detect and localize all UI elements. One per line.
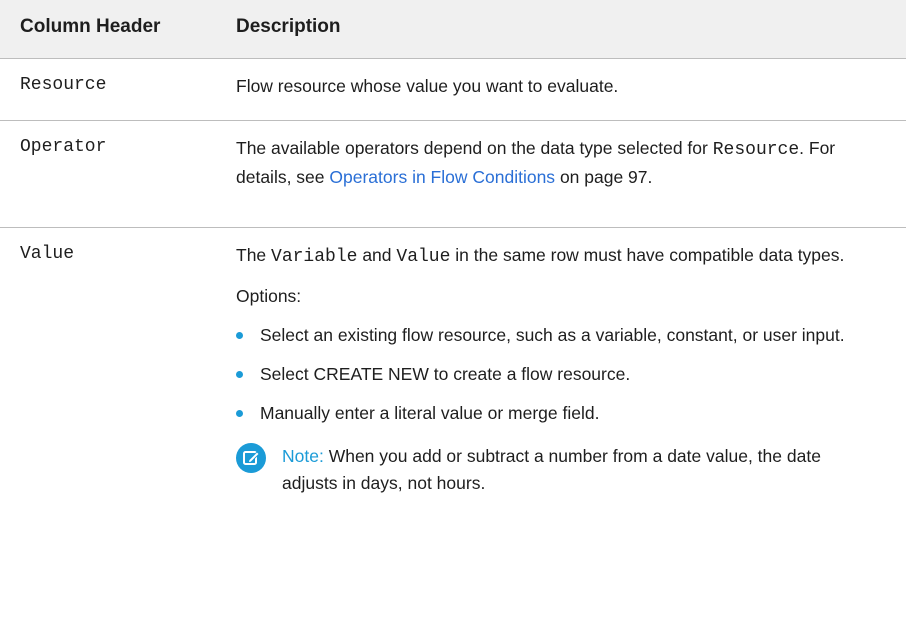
table-row-resource: Resource Flow resource whose value you w… [0, 59, 906, 121]
table-row-value: Value The Variable and Value in the same… [0, 228, 906, 631]
list-item: Select CREATE NEW to create a flow resou… [236, 361, 848, 388]
description-suffix: on page 97. [559, 167, 653, 187]
value-intro: The Variable and Value in the same row m… [236, 242, 848, 271]
value-intro-and: and [362, 245, 392, 265]
operators-link[interactable]: Operators in Flow Conditions [329, 167, 555, 187]
bullet-icon [236, 332, 243, 339]
inline-code-resource: Resource [712, 140, 800, 160]
inline-code-value: Value [396, 247, 451, 267]
list-item: Select an existing flow resource, such a… [236, 322, 848, 349]
options-list: Select an existing flow resource, such a… [236, 322, 848, 427]
option-text: Manually enter a literal value or merge … [260, 403, 600, 423]
note-callout: Note: When you add or subtract a number … [236, 443, 848, 497]
list-item: Manually enter a literal value or merge … [236, 400, 848, 427]
row-name-resource: Resource [20, 75, 107, 95]
bullet-icon [236, 410, 243, 417]
table-row-operator: Operator The available operators depend … [0, 121, 906, 228]
row-description-operator: The available operators depend on the da… [236, 135, 848, 191]
inline-code-variable: Variable [271, 247, 358, 267]
note-label: Note: [282, 446, 324, 466]
row-name-value: Value [20, 244, 75, 264]
bullet-icon [236, 371, 243, 378]
description-prefix: The available operators depend on the da… [236, 138, 708, 158]
table-header-row: Column Header Description [0, 0, 906, 59]
column-header-label: Column Header [20, 16, 161, 37]
description-header-label: Description [236, 16, 341, 37]
option-text: Select CREATE NEW to create a flow resou… [260, 364, 631, 384]
row-description-resource: Flow resource whose value you want to ev… [236, 73, 848, 100]
options-label: Options: [236, 286, 302, 306]
edit-note-icon [236, 443, 266, 473]
value-intro-post: in the same row must have compatible dat… [455, 245, 845, 265]
option-text: Select an existing flow resource, such a… [260, 325, 845, 345]
reference-table: Column Header Description Resource Flow … [0, 0, 906, 631]
note-text: When you add or subtract a number from a… [282, 446, 821, 493]
description-text: Flow resource whose value you want to ev… [236, 76, 619, 96]
value-intro-pre: The [236, 245, 267, 265]
row-name-operator: Operator [20, 137, 107, 157]
row-description-value: The Variable and Value in the same row m… [236, 242, 848, 497]
